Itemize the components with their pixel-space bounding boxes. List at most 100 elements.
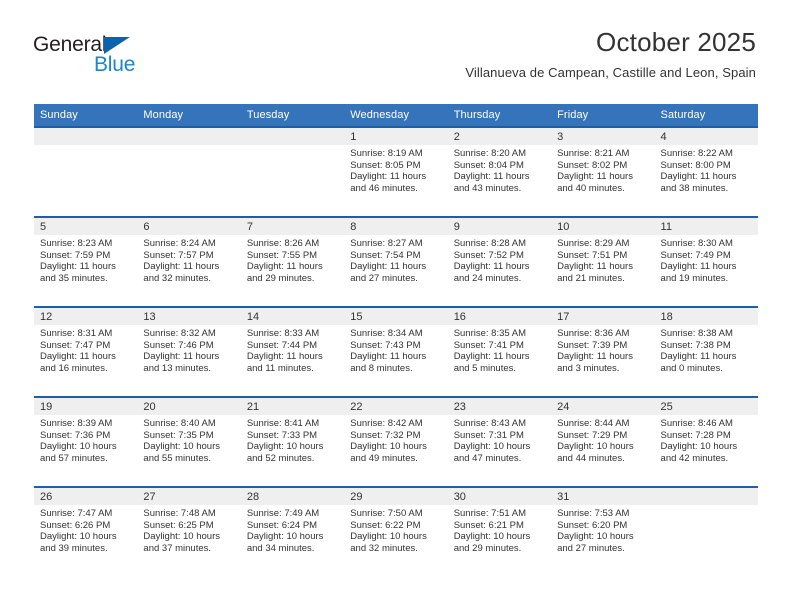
calendar-day-cell[interactable]: 1 Sunrise: 8:19 AM Sunset: 8:05 PM Daylight… (344, 126, 448, 217)
sunset-time: Sunset: 7:44 PM (246, 339, 318, 351)
weekday-header-row: Sunday Monday Tuesday Wednesday Thursday… (34, 104, 758, 127)
daylight-duration: Daylight: 10 hours and 37 minutes. (143, 531, 220, 554)
day-cell-inner: 4 Sunrise: 8:22 AM Sunset: 8:00 PM Daylight… (654, 128, 758, 216)
day-cell-inner (34, 128, 138, 216)
calendar-page: General Blue October 2025 Villanueva de … (0, 0, 792, 612)
daylight-duration: Daylight: 10 hours and 47 minutes. (453, 441, 531, 464)
day-number: 11 (654, 218, 758, 235)
sunrise-time: Sunrise: 8:26 AM (246, 238, 320, 249)
daylight-duration: Daylight: 11 hours and 35 minutes. (40, 261, 116, 284)
calendar-day-cell[interactable]: 17 Sunrise: 8:36 AM Sunset: 7:39 PM Dayligh… (551, 306, 655, 397)
calendar-day-cell[interactable]: 26 Sunrise: 7:47 AM Sunset: 6:26 PM Dayligh… (34, 486, 138, 577)
sunset-time: Sunset: 6:22 PM (350, 519, 421, 531)
calendar-day-cell[interactable]: 6 Sunrise: 8:24 AM Sunset: 7:57 PM Daylight… (137, 216, 241, 307)
calendar-day-cell[interactable]: 27 Sunrise: 7:48 AM Sunset: 6:25 PM Dayligh… (137, 486, 241, 577)
sunset-time: Sunset: 7:59 PM (40, 249, 111, 261)
sunset-time: Sunset: 7:41 PM (453, 339, 524, 351)
day-number: 26 (34, 488, 138, 505)
calendar-day-cell[interactable]: 25 Sunrise: 8:46 AM Sunset: 7:28 PM Dayligh… (654, 396, 758, 487)
daylight-duration: Daylight: 11 hours and 46 minutes. (350, 171, 427, 194)
sunset-time: Sunset: 7:31 PM (453, 429, 524, 441)
calendar-day-cell[interactable]: 11 Sunrise: 8:30 AM Sunset: 7:49 PM Dayligh… (654, 216, 758, 307)
day-number: 30 (447, 488, 552, 505)
day-number: 15 (344, 308, 448, 325)
calendar-day-cell[interactable]: 15 Sunrise: 8:34 AM Sunset: 7:43 PM Dayligh… (344, 306, 448, 397)
day-cell-details: Sunrise: 7:49 AM Sunset: 6:24 PM Daylight:… (241, 505, 344, 554)
title-block: October 2025 Villanueva de Campean, Cast… (465, 26, 756, 82)
calendar-day-cell[interactable]: 7 Sunrise: 8:26 AM Sunset: 7:55 PM Daylight… (240, 216, 345, 307)
daylight-duration: Daylight: 10 hours and 44 minutes. (557, 441, 634, 464)
calendar-day-cell[interactable]: 30 Sunrise: 7:51 AM Sunset: 6:21 PM Dayligh… (447, 486, 552, 577)
daylight-duration: Daylight: 10 hours and 29 minutes. (453, 531, 531, 554)
daylight-duration: Daylight: 11 hours and 40 minutes. (557, 171, 633, 194)
calendar-day-cell[interactable]: 14 Sunrise: 8:33 AM Sunset: 7:44 PM Dayligh… (240, 306, 345, 397)
day-cell-inner: 19 Sunrise: 8:39 AM Sunset: 7:36 PM Dayligh… (34, 398, 138, 486)
sunrise-time: Sunrise: 8:27 AM (350, 238, 423, 249)
day-number: 25 (654, 398, 758, 415)
day-cell-details: Sunrise: 8:24 AM Sunset: 7:57 PM Daylight:… (137, 235, 240, 284)
sunset-time: Sunset: 7:36 PM (40, 429, 111, 441)
sunset-time: Sunset: 7:28 PM (660, 429, 731, 441)
calendar-day-cell[interactable]: 2 Sunrise: 8:20 AM Sunset: 8:04 PM Daylight… (447, 126, 552, 217)
general-blue-logo[interactable]: General Blue (33, 33, 153, 79)
calendar-day-cell[interactable]: 20 Sunrise: 8:40 AM Sunset: 7:35 PM Dayligh… (137, 396, 241, 487)
calendar-day-cell[interactable]: 9 Sunrise: 8:28 AM Sunset: 7:52 PM Daylight… (447, 216, 552, 307)
calendar-day-cell[interactable]: 4 Sunrise: 8:22 AM Sunset: 8:00 PM Daylight… (654, 126, 758, 217)
sunrise-time: Sunrise: 8:33 AM (246, 328, 320, 339)
day-cell-inner: 17 Sunrise: 8:36 AM Sunset: 7:39 PM Dayligh… (551, 308, 655, 396)
page-header: General Blue October 2025 Villanueva de … (0, 0, 792, 80)
calendar-day-cell[interactable]: 31 Sunrise: 7:53 AM Sunset: 6:20 PM Dayligh… (551, 486, 655, 577)
calendar-day-cell[interactable]: 3 Sunrise: 8:21 AM Sunset: 8:02 PM Daylight… (551, 126, 655, 217)
daylight-duration: Daylight: 11 hours and 38 minutes. (660, 171, 737, 194)
sunrise-time: Sunrise: 7:51 AM (453, 508, 527, 519)
calendar-day-cell[interactable]: 16 Sunrise: 8:35 AM Sunset: 7:41 PM Dayligh… (447, 306, 552, 397)
calendar-day-cell[interactable]: 29 Sunrise: 7:50 AM Sunset: 6:22 PM Dayligh… (344, 486, 448, 577)
calendar-day-cell[interactable]: 13 Sunrise: 8:32 AM Sunset: 7:46 PM Dayligh… (137, 306, 241, 397)
sunrise-time: Sunrise: 8:20 AM (453, 148, 527, 159)
day-number: 7 (240, 218, 345, 235)
daylight-duration: Daylight: 11 hours and 11 minutes. (246, 351, 323, 374)
day-cell-details: Sunrise: 7:48 AM Sunset: 6:25 PM Daylight:… (137, 505, 240, 554)
day-number: 4 (654, 128, 758, 145)
calendar-day-cell[interactable]: 12 Sunrise: 8:31 AM Sunset: 7:47 PM Dayligh… (34, 306, 138, 397)
sunrise-time: Sunrise: 7:53 AM (557, 508, 630, 519)
weekday-header-wednesday: Wednesday (344, 104, 448, 127)
daylight-duration: Daylight: 10 hours and 55 minutes. (143, 441, 220, 464)
sunset-time: Sunset: 7:47 PM (40, 339, 111, 351)
calendar-day-cell[interactable]: 5 Sunrise: 8:23 AM Sunset: 7:59 PM Daylight… (34, 216, 138, 307)
day-number: 18 (654, 308, 758, 325)
calendar-day-cell[interactable]: 8 Sunrise: 8:27 AM Sunset: 7:54 PM Daylight… (344, 216, 448, 307)
calendar-day-cell[interactable]: 18 Sunrise: 8:38 AM Sunset: 7:38 PM Dayligh… (654, 306, 758, 397)
calendar-day-cell[interactable]: 23 Sunrise: 8:43 AM Sunset: 7:31 PM Dayligh… (447, 396, 552, 487)
day-cell-details: Sunrise: 8:29 AM Sunset: 7:51 PM Daylight:… (551, 235, 654, 284)
day-cell-details: Sunrise: 8:33 AM Sunset: 7:44 PM Daylight:… (241, 325, 344, 374)
sunset-time: Sunset: 7:54 PM (350, 249, 421, 261)
calendar-day-cell[interactable]: 28 Sunrise: 7:49 AM Sunset: 6:24 PM Dayligh… (240, 486, 345, 577)
sunrise-time: Sunrise: 8:19 AM (350, 148, 423, 159)
day-cell-inner: 23 Sunrise: 8:43 AM Sunset: 7:31 PM Dayligh… (447, 398, 552, 486)
day-cell-inner: 21 Sunrise: 8:41 AM Sunset: 7:33 PM Dayligh… (240, 398, 345, 486)
daylight-duration: Daylight: 10 hours and 34 minutes. (246, 531, 324, 554)
day-cell-inner: 13 Sunrise: 8:32 AM Sunset: 7:46 PM Dayligh… (137, 308, 241, 396)
day-cell-details: Sunrise: 8:46 AM Sunset: 7:28 PM Daylight:… (655, 415, 758, 464)
sunrise-time: Sunrise: 8:39 AM (40, 418, 113, 429)
calendar-day-cell[interactable]: 19 Sunrise: 8:39 AM Sunset: 7:36 PM Dayligh… (34, 396, 138, 487)
sunset-time: Sunset: 7:39 PM (557, 339, 628, 351)
logo-text-blue: Blue (94, 53, 136, 76)
calendar-day-cell[interactable]: 10 Sunrise: 8:29 AM Sunset: 7:51 PM Dayligh… (551, 216, 655, 307)
day-cell-details: Sunrise: 8:19 AM Sunset: 8:05 PM Daylight:… (344, 145, 447, 194)
calendar-day-cell[interactable]: 21 Sunrise: 8:41 AM Sunset: 7:33 PM Dayligh… (240, 396, 345, 487)
day-number: 6 (137, 218, 241, 235)
daylight-duration: Daylight: 11 hours and 0 minutes. (660, 351, 737, 374)
day-cell-inner: 24 Sunrise: 8:44 AM Sunset: 7:29 PM Dayligh… (551, 398, 655, 486)
sunset-time: Sunset: 7:43 PM (350, 339, 421, 351)
calendar-day-cell[interactable]: 24 Sunrise: 8:44 AM Sunset: 7:29 PM Dayligh… (551, 396, 655, 487)
sunrise-time: Sunrise: 7:47 AM (40, 508, 113, 519)
day-cell-details: Sunrise: 8:20 AM Sunset: 8:04 PM Daylight:… (448, 145, 551, 194)
day-number: 13 (137, 308, 241, 325)
day-cell-details: Sunrise: 8:21 AM Sunset: 8:02 PM Daylight:… (551, 145, 654, 194)
day-number (34, 128, 138, 145)
sunset-time: Sunset: 7:52 PM (453, 249, 524, 261)
calendar-day-cell[interactable]: 22 Sunrise: 8:42 AM Sunset: 7:32 PM Dayligh… (344, 396, 448, 487)
daylight-duration: Daylight: 10 hours and 39 minutes. (40, 531, 117, 554)
